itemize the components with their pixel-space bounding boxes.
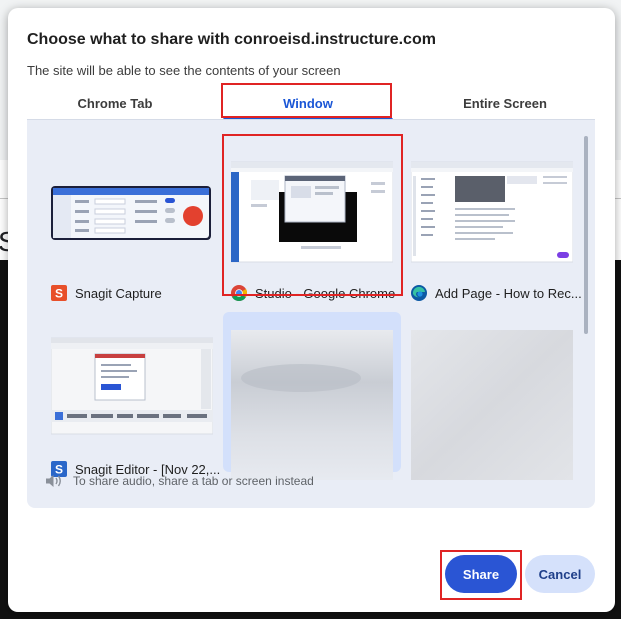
dialog-subtitle: The site will be able to see the content… [27,63,341,78]
tab-window-label: Window [283,96,333,111]
window-tile-label: Studio - Google Chrome [231,283,399,303]
window-tile-label: S Snagit Capture [51,283,219,303]
audio-note: To share audio, share a tab or screen in… [45,474,314,488]
add-page-thumbnail [411,161,573,263]
studio-chrome-thumbnail [231,161,393,263]
tab-window[interactable]: Window [223,92,393,122]
window-tile-blurred[interactable] [403,312,581,480]
window-picker-panel: S Snagit Capture Studio - Google Chrome … [27,119,595,508]
blurred-window-thumbnail [411,330,573,480]
window-tile-snagit-editor[interactable]: S Snagit Editor - [Nov 22,... [43,312,221,487]
chrome-icon [231,285,247,301]
window-title-text: Add Page - How to Rec... [435,285,582,301]
blurred-window-thumbnail [231,330,393,480]
svg-text:S: S [55,287,63,301]
source-tabs: Chrome Tab Window Entire Screen [27,92,595,122]
tab-chrome-tab[interactable]: Chrome Tab [27,92,203,122]
share-button[interactable]: Share [445,555,517,593]
window-tile-label: Add Page - How to Rec... [411,283,582,303]
snagit-icon: S [51,285,67,301]
dialog-title: Choose what to share with conroeisd.inst… [27,31,436,48]
snagit-capture-thumbnail [51,186,211,240]
cancel-button[interactable]: Cancel [525,555,595,593]
tab-entire-screen[interactable]: Entire Screen [417,92,593,122]
window-tile-add-page[interactable]: Add Page - How to Rec... [403,136,582,311]
edge-icon [411,285,427,301]
window-tile-studio-chrome[interactable]: Studio - Google Chrome [223,136,401,311]
picker-scrollbar[interactable] [584,136,588,334]
window-title-text: Snagit Capture [75,285,162,301]
window-tile-snagit-capture[interactable]: S Snagit Capture [43,136,221,311]
speaker-icon [46,475,61,487]
snagit-editor-thumbnail [51,337,213,435]
window-tile-blurred-hovered[interactable] [223,312,401,480]
share-dialog: Choose what to share with conroeisd.inst… [8,8,615,612]
audio-note-text: To share audio, share a tab or screen in… [73,474,314,488]
window-title-text: Studio - Google Chrome [255,285,396,301]
